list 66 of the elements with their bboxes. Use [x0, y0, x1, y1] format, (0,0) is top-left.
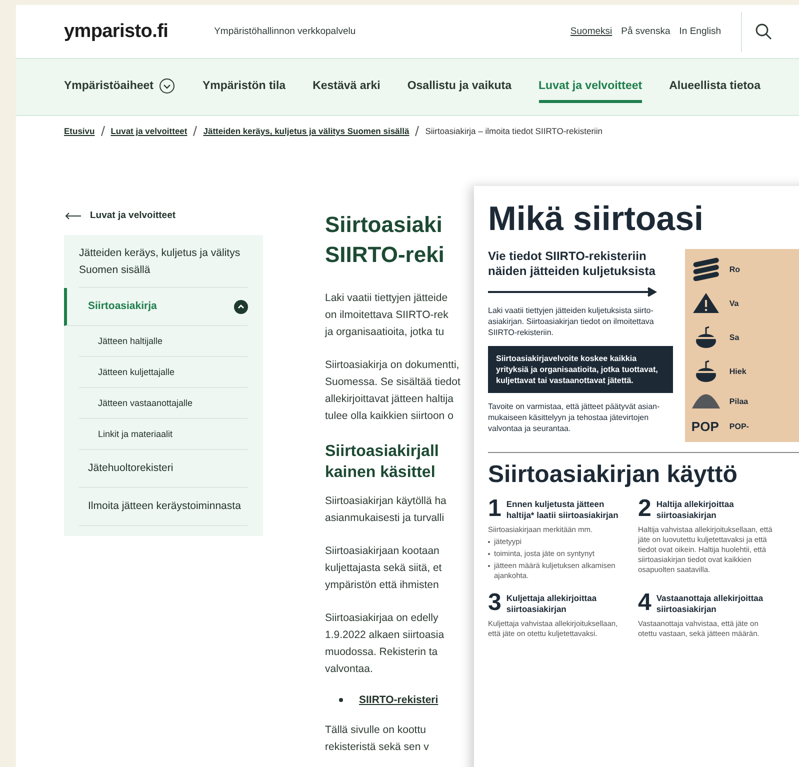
poster-section-title: Siirtoasiakirjan käyttö [488, 461, 738, 489]
side-nav-section-link[interactable]: Jätteiden keräys, kuljetus ja välitys Suomen sisällä [79, 241, 248, 288]
side-nav-subitem[interactable]: Linkit ja materiaalit [79, 419, 248, 450]
arrow-left-icon [65, 212, 81, 220]
body-paragraph: Tällä sivulle on koottu rekisteristä sekä sen v [325, 723, 430, 755]
step-title: Haltija allekirjoittaa siirtoasiakirjan [656, 499, 735, 521]
chevron-down-icon [159, 78, 176, 94]
section-heading: Siirtoasiakirjall kainen käsittel [325, 442, 440, 483]
language-link[interactable]: På svenska [621, 26, 670, 37]
step-title: Vastaanottaja allekirjoittaa siirtoasiakirjan [656, 593, 764, 615]
waste-type-label: POP- [729, 422, 749, 431]
poster-title: Mikä siirtoasi [488, 200, 704, 239]
breadcrumb-link[interactable]: Jätteiden keräys, kuljetus ja välitys Suomen sisällä [203, 126, 410, 136]
step-title: Ennen kuljetusta jätteen haltija* laatii siirtoasiakirjan [506, 499, 620, 521]
side-nav-subitem[interactable]: Jätteen haltijalle [79, 326, 248, 357]
body-paragraph: Siirtoasiakirja on dokumentti, Suomessa. Se sisältää tiedot allekirjoittavat jätteen haltija tulee olla kaikkien siirtoon o [325, 358, 462, 424]
waste-type-label: Va [729, 298, 739, 308]
search-icon[interactable] [755, 23, 772, 40]
site-tagline: Ympäristöhallinnon verkkopalvelu [214, 26, 356, 37]
register-link[interactable]: SIIRTO-rekisteri [359, 694, 438, 706]
poster-goal: Tavoite on varmistaa, että jätteet päätyvät asian-mukaiseen käsittelyyn ja tehostaa jätevirtojen valvontaa ja seurantaa. [488, 401, 661, 434]
nav-tab[interactable]: Ympäristöaiheet [64, 70, 176, 104]
breadcrumb-separator-icon [193, 126, 198, 136]
poster-intro: Laki vaatii tiettyjen jätteiden kuljetuksista siirto-asiakirjan. Siirtoasiakirjan tiedot on ilmoitettava SIIRTO-rekisteriin. [488, 305, 655, 338]
nav-tab[interactable]: Ympäristön tila [202, 72, 286, 102]
waste-type-label: Hiek [729, 366, 746, 376]
nav-tab[interactable]: Luvat ja velvoitteet [538, 72, 642, 102]
bullet-icon [339, 698, 343, 702]
chevron-up-icon[interactable] [234, 300, 248, 314]
step-number: 2 [638, 497, 652, 521]
body-paragraph: Siirtoasiakirjaa on edelly 1.9.2022 alkaen siirtoasia muodossa. Rekisterin ta valvontaa. [325, 611, 446, 677]
step-title: Kuljettaja allekirjoittaa siirtoasiakirjan [506, 593, 598, 615]
body-paragraph: Laki vaatii tiettyjen jätteide on ilmoitettava SIIRTO-rek ja organisaatioita, jotka tu [325, 291, 450, 340]
breadcrumb-link[interactable]: Etusivu [64, 126, 95, 136]
pop-label: POP [691, 419, 720, 434]
language-link[interactable]: Suomeksi [570, 26, 612, 37]
body-paragraph: Siirtoasiakirjan käytöllä ha asianmukaisesti ja turvalli [325, 494, 448, 526]
side-nav-item[interactable]: Ilmoita jätteen keräystoiminnasta [79, 488, 248, 526]
step-number: 3 [488, 591, 502, 615]
site-logo[interactable]: ymparisto.fi [64, 20, 168, 42]
step-number: 4 [638, 591, 652, 615]
nav-tab[interactable]: Osallistu ja vaikuta [407, 72, 512, 102]
side-nav-item[interactable]: Jätehuoltorekisteri [79, 450, 248, 488]
breadcrumb-separator-icon [415, 126, 420, 136]
back-link[interactable]: Luvat ja velvoitteet [65, 210, 263, 221]
breadcrumb-separator-icon [100, 126, 105, 136]
side-nav-subitem[interactable]: Jätteen vastaanottajalle [79, 388, 248, 419]
side-nav-item[interactable]: Siirtoasiakirja [64, 288, 248, 326]
language-link[interactable]: In English [679, 26, 721, 37]
nav-tab[interactable]: Kestävä arki [312, 72, 380, 102]
poster-subtitle: Vie tiedot SIIRTO-rekisteriin näiden jätteiden kuljetuksista [488, 249, 656, 279]
warning-icon [691, 291, 722, 315]
gravel-pile-icon [691, 393, 722, 409]
waste-type-label: Sa [729, 332, 740, 342]
side-nav-subitem[interactable]: Jätteen kuljettajalle [79, 357, 248, 388]
breadcrumb-current: Siirtoasiakirja – ilmoita tiedot SIIRTO-rekisteriin [425, 126, 603, 136]
body-paragraph: Siirtoasiakirjaan kootaan kuljettajasta sekä siitä, et ympäristön että ihmisten [325, 544, 443, 593]
breadcrumb-link[interactable]: Luvat ja velvoitteet [110, 126, 188, 136]
page-title: Siirtoasiaki SIIRTO-reki [325, 211, 446, 269]
waste-type-label: Pilaa [729, 396, 748, 406]
arrow-right-icon [488, 287, 658, 297]
waste-type-label: Ro [729, 264, 740, 274]
step-number: 1 [488, 497, 502, 521]
poster-highlight: Siirtoasiakirjavelvoite koskee kaikkia yrityksiä ja organisaatioita, jotka tuottavat, kuljettavat tai vastaanottavat jätettä. [488, 346, 674, 393]
nav-tab[interactable]: Alueellista tietoa [669, 72, 760, 102]
logs-icon [691, 257, 722, 281]
